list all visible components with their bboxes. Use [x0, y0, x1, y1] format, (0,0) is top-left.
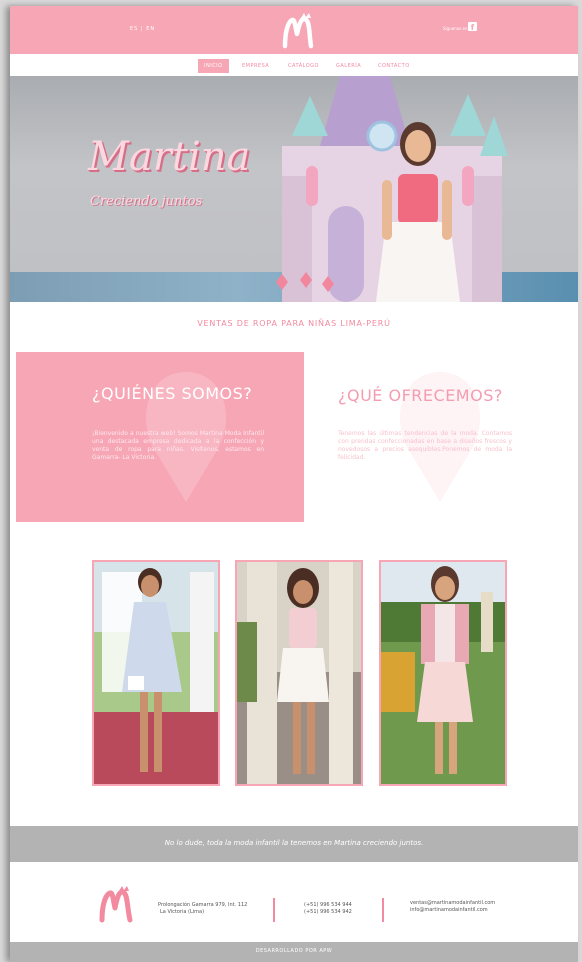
hero-title: Martina	[88, 134, 251, 180]
phone-1[interactable]: (+51) 996 534 944	[304, 902, 352, 909]
gallery-photo-3[interactable]	[379, 560, 507, 786]
footer-divider	[382, 898, 384, 922]
nav-item-contacto[interactable]: CONTACTO	[378, 59, 410, 73]
developer-credit[interactable]: DESARROLLADO POR APW	[10, 948, 578, 954]
gallery-photo-2[interactable]	[235, 560, 363, 786]
slogan-band: No lo dude, toda la moda infantil la ten…	[10, 826, 578, 862]
slogan-text: No lo dude, toda la moda infantil la ten…	[164, 839, 424, 847]
nav-item-empresa[interactable]: EMPRESA	[242, 59, 269, 73]
gallery-photo-1[interactable]	[92, 560, 220, 786]
address-line-1: Prolongación Gamarra 979, Int. 112	[158, 902, 248, 908]
follow-us-label: Síguenos en	[443, 26, 468, 31]
offer-text: Tenemos las últimas tendencias de la mod…	[338, 430, 512, 461]
footer-phones: (+51) 996 534 944 (+51) 996 534 942	[304, 902, 352, 916]
language-switcher[interactable]: ES | EN	[130, 26, 155, 32]
hero-banner: Martina Creciendo juntos	[10, 76, 578, 302]
girl-photo-2	[237, 562, 361, 784]
about-title: ¿QUIÉNES SOMOS?	[92, 384, 253, 403]
hero-subtitle: Creciendo juntos	[90, 194, 203, 209]
footer-address: Prolongación Gamarra 979, Int. 112 La Vi…	[158, 902, 247, 916]
footer-martina-logo	[99, 886, 133, 923]
about-section: ¿QUIÉNES SOMOS? ¡Bienvenido a nuestra we…	[16, 352, 304, 522]
top-bar: ES | EN Síguenos en f	[10, 6, 578, 54]
footer-emails: ventas@martinamodainfantil.com info@mart…	[410, 900, 495, 914]
phone-2[interactable]: (+51) 996 534 942	[304, 909, 352, 916]
offer-section: ¿QUÉ OFRECEMOS? Tenemos las últimas tend…	[304, 352, 578, 522]
nav-item-inicio[interactable]: INICIO	[198, 59, 229, 73]
sales-heading: VENTAS DE ROPA PARA NIÑAS LIMA-PERÚ	[197, 319, 391, 328]
email-ventas-link[interactable]: ventas@martinamodainfantil.com	[410, 900, 495, 907]
hero-castle-photo	[276, 76, 508, 302]
main-nav: INICIO EMPRESA CATÁLOGO GALERÍA CONTACTO	[10, 54, 578, 76]
girl-photo-3	[381, 562, 505, 784]
nav-item-catalogo[interactable]: CATÁLOGO	[288, 59, 319, 73]
about-text: ¡Bienvenido a nuestra web! Somos Martina…	[92, 430, 264, 461]
footer: Prolongación Gamarra 979, Int. 112 La Vi…	[10, 862, 578, 942]
nav-item-galeria[interactable]: GALERÍA	[336, 59, 361, 73]
bottom-bar: DESARROLLADO POR APW	[10, 942, 578, 962]
girl-photo-1	[94, 562, 218, 784]
address-line-2: La Victoria (Lima)	[160, 909, 205, 915]
footer-divider	[273, 898, 275, 922]
page: ES | EN Síguenos en f INICIO EMPRESA CAT…	[10, 6, 578, 962]
offer-title: ¿QUÉ OFRECEMOS?	[338, 386, 503, 405]
email-info-link[interactable]: info@martinamodainfantil.com	[410, 907, 495, 914]
martina-logo[interactable]	[279, 12, 319, 50]
facebook-icon[interactable]: f	[468, 22, 477, 32]
